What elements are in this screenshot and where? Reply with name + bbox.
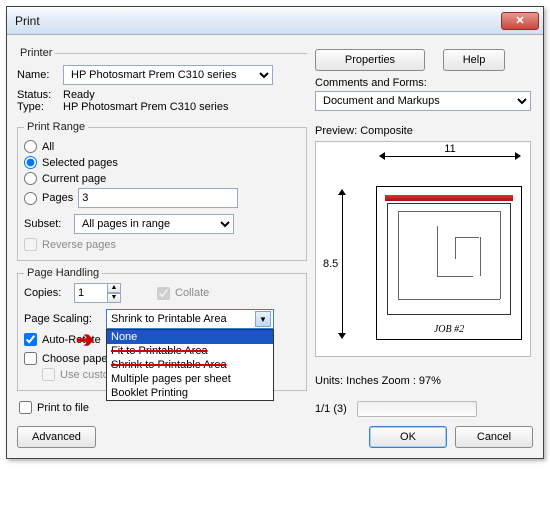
properties-button[interactable]: Properties [315,49,425,71]
range-all-label: All [42,141,54,153]
copies-spinner[interactable]: ▲▼ [74,283,121,303]
range-pages-label: Pages [42,192,73,204]
titlebar: Print ✕ [7,7,543,35]
name-label: Name: [17,69,57,81]
page-scaling-dropdown[interactable]: ➔ Shrink to Printable Area ▼ None Fit to… [106,309,274,329]
page-handling-group: Page Handling Copies: ▲▼ Collate Page Sc… [17,267,307,391]
print-to-file-label: Print to file [37,402,89,414]
range-selected-radio[interactable] [24,156,37,169]
scaling-option-booklet[interactable]: Booklet Printing [107,386,273,400]
type-label: Type: [17,101,57,113]
dialog-title: Print [15,14,40,28]
preview-width: 11 [441,143,458,155]
preview-job-label: JOB #2 [377,324,521,335]
comments-label: Comments and Forms: [315,77,533,89]
copies-input[interactable] [74,283,108,303]
chevron-down-icon: ▼ [255,311,271,327]
scaling-options-list: None Fit to Printable Area Shrink to Pri… [106,329,274,401]
preview-height: 8.5 [323,258,338,270]
subset-select[interactable]: All pages in range [74,214,234,234]
help-button[interactable]: Help [443,49,505,71]
range-selected-label: Selected pages [42,157,118,169]
preview-drawing [383,193,515,319]
printer-group: Printer Name: HP Photosmart Prem C310 se… [17,47,307,115]
reverse-label: Reverse pages [42,239,116,251]
collate-label: Collate [175,287,209,299]
preview-area: 11 8.5 [315,141,531,357]
comments-select[interactable]: Document and Markups [315,91,531,111]
copies-label: Copies: [24,287,68,299]
print-to-file-checkbox[interactable] [19,401,32,414]
printer-legend: Printer [17,47,55,59]
close-icon: ✕ [515,14,524,27]
range-current-radio[interactable] [24,172,37,185]
pages-input[interactable] [78,188,238,208]
scaling-option-fit[interactable]: Fit to Printable Area [107,344,273,358]
choose-paper-label: Choose pape [42,353,107,365]
scaling-label: Page Scaling: [24,313,100,325]
close-button[interactable]: ✕ [501,12,539,30]
scaling-option-shrink[interactable]: Shrink to Printable Area [107,358,273,372]
ok-button[interactable]: OK [369,426,447,448]
status-label: Status: [17,89,57,101]
page-handling-legend: Page Handling [24,267,102,279]
page-position: 1/1 (3) [315,403,347,415]
status-value: Ready [63,89,95,101]
advanced-button[interactable]: Advanced [17,426,96,448]
scaling-option-none[interactable]: None [107,330,273,344]
units-zoom-label: Units: Inches Zoom : 97% [315,375,533,387]
print-dialog: Print ✕ Printer Name: HP Photosmart Prem… [6,6,544,459]
print-range-group: Print Range All Selected pages Current p… [17,121,307,261]
subset-label: Subset: [24,218,68,230]
custom-paper-checkbox [42,368,55,381]
cancel-button[interactable]: Cancel [455,426,533,448]
printer-name-select[interactable]: HP Photosmart Prem C310 series [63,65,273,85]
autorotate-checkbox[interactable] [24,333,37,346]
collate-checkbox [157,287,170,300]
range-pages-radio[interactable] [24,192,37,205]
type-value: HP Photosmart Prem C310 series [63,101,228,113]
reverse-checkbox [24,238,37,251]
range-current-label: Current page [42,173,106,185]
choose-paper-checkbox[interactable] [24,352,37,365]
range-all-radio[interactable] [24,140,37,153]
spin-down-icon[interactable]: ▼ [107,293,121,303]
scaling-selected: Shrink to Printable Area [111,313,227,325]
spin-up-icon[interactable]: ▲ [107,283,121,293]
page-slider[interactable] [357,401,477,417]
autorotate-label: Auto-Rotate [42,334,101,346]
print-range-legend: Print Range [24,121,88,133]
preview-label: Preview: Composite [315,125,533,137]
scaling-option-multi[interactable]: Multiple pages per sheet [107,372,273,386]
